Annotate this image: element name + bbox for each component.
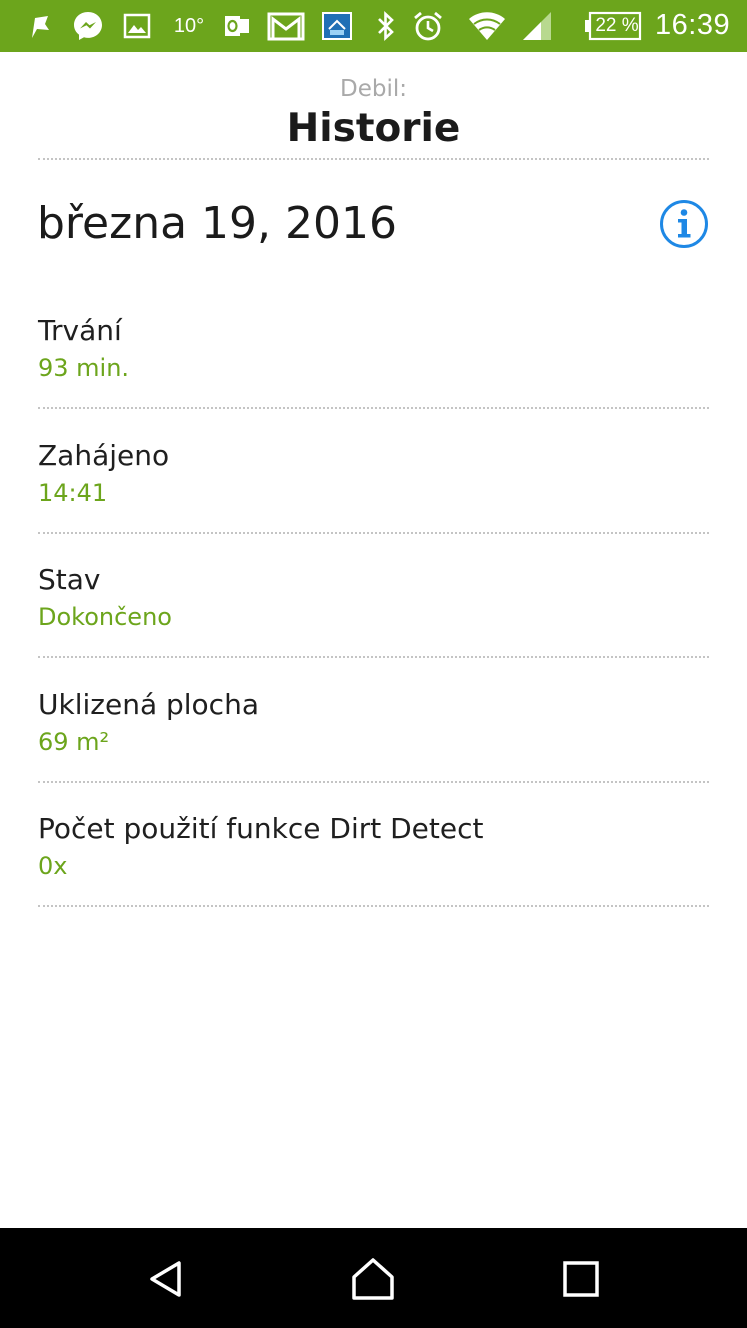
signal-icon [520, 10, 554, 42]
cleaned-area-label: Uklizená plocha [38, 688, 259, 721]
row-divider [38, 781, 709, 783]
battery-text: 22 % [595, 15, 639, 36]
temperature-text: 10° [173, 14, 205, 37]
status-bar: 10° 22 % 16:39 [0, 0, 747, 52]
status-time: 16:39 [655, 9, 731, 41]
header-divider [38, 158, 709, 160]
flag-icon [24, 10, 54, 42]
status-label: Stav [38, 563, 101, 596]
messenger-icon [70, 10, 106, 42]
recents-icon [563, 1261, 599, 1297]
start-time-value: 14:41 [38, 479, 108, 507]
row-divider [38, 656, 709, 658]
page-title: Historie [286, 106, 461, 151]
start-time-label: Zahájeno [38, 439, 170, 472]
navigation-bar [0, 1228, 747, 1328]
cleaned-area-value: 69 m² [38, 728, 110, 756]
dirt-detect-value: 0x [38, 852, 68, 880]
row-divider [38, 905, 709, 907]
recents-button[interactable] [555, 1253, 607, 1305]
session-date: března 19, 2016 [37, 198, 397, 249]
gallery-icon [122, 10, 152, 42]
duration-value: 93 min. [38, 354, 130, 382]
wifi-icon [466, 10, 508, 42]
status-value: Dokončeno [38, 603, 172, 631]
battery-icon: 22 % [584, 10, 644, 42]
outlook-icon [222, 10, 252, 42]
alarm-icon [411, 10, 445, 42]
back-icon [150, 1261, 181, 1297]
duration-label: Trvání [38, 314, 122, 347]
dirt-detect-label: Počet použití funkce Dirt Detect [38, 812, 484, 845]
header-subtitle: Debil: [340, 76, 407, 102]
row-divider [38, 532, 709, 534]
gmail-icon [266, 10, 306, 42]
sync-app-icon [320, 10, 354, 42]
bluetooth-icon [373, 10, 399, 42]
info-icon [660, 200, 708, 248]
back-button[interactable] [140, 1253, 192, 1305]
row-divider [38, 407, 709, 409]
home-icon [352, 1258, 394, 1300]
screen: 10° 22 % 16:39 Debil: Historie března 19… [0, 0, 747, 1328]
home-button[interactable] [347, 1253, 399, 1305]
info-button[interactable] [659, 199, 709, 249]
